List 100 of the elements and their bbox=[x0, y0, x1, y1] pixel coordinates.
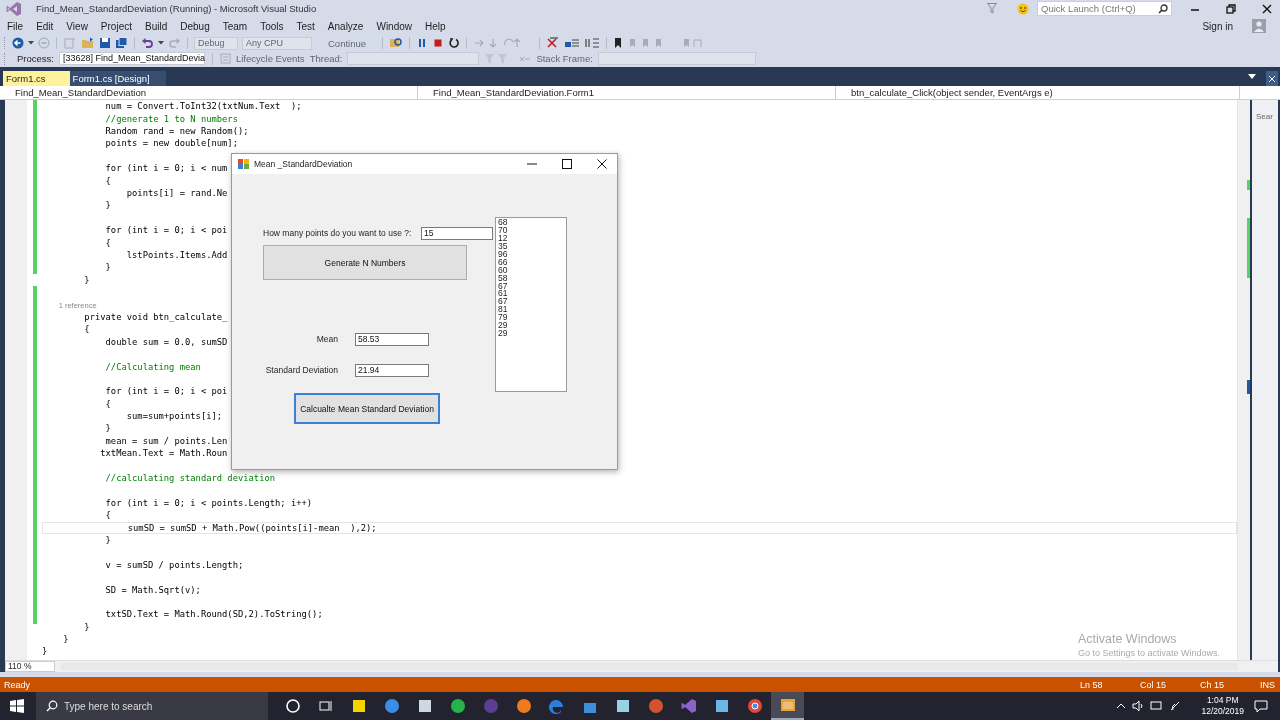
back-icon[interactable] bbox=[12, 37, 24, 50]
code-line: txtSD.Text = Math.Round(SD,2).ToString(); bbox=[104, 609, 323, 620]
process-label: Process: bbox=[17, 53, 54, 65]
list-item[interactable]: 61 bbox=[498, 290, 564, 299]
tab-list-icon[interactable] bbox=[1248, 74, 1256, 81]
document-tab[interactable]: Form1.cs [Design] bbox=[69, 71, 166, 87]
list-item[interactable]: 68 bbox=[498, 219, 564, 228]
list-item[interactable]: 96 bbox=[498, 250, 564, 259]
code-line: v = sumSD / points.Length; bbox=[104, 559, 244, 570]
task-view-icon[interactable] bbox=[317, 698, 334, 714]
stop-icon[interactable] bbox=[432, 37, 445, 50]
thread-icon[interactable] bbox=[564, 37, 581, 50]
code-line: sum=sum+points[i]; bbox=[125, 411, 223, 422]
list-item[interactable]: 58 bbox=[498, 274, 564, 283]
navigation-dropdown[interactable]: Find_Mean_StandardDeviation bbox=[0, 86, 418, 100]
list-item[interactable]: 70 bbox=[498, 227, 564, 236]
clock-time[interactable]: 1:04 PM bbox=[1206, 695, 1239, 706]
list-item[interactable]: 12 bbox=[498, 235, 564, 243]
code-line: } bbox=[104, 262, 111, 273]
list-item[interactable]: 67 bbox=[498, 282, 564, 291]
menu-item[interactable]: Window bbox=[376, 21, 412, 32]
side-panel-tab[interactable]: Sear bbox=[1252, 100, 1278, 122]
code-comment: //Calculating mean bbox=[104, 361, 201, 372]
columns-icon[interactable] bbox=[584, 37, 601, 50]
points-listbox[interactable]: 68 70 12 35 96 66 60 58 67 61 67 81 79 29 29 bbox=[495, 217, 567, 393]
insert-mode-indicator: INS bbox=[1260, 679, 1276, 690]
menu-item[interactable]: Analyze bbox=[327, 21, 364, 32]
circle-icon[interactable] bbox=[284, 698, 301, 714]
menu-item[interactable]: Edit bbox=[36, 21, 54, 32]
code-line: for (int i = 0; i < num bbox=[104, 163, 228, 174]
menu-item[interactable]: Debug bbox=[180, 21, 210, 32]
list-item[interactable]: 67 bbox=[498, 298, 564, 307]
code-line: { bbox=[104, 175, 111, 186]
list-item[interactable]: 29 bbox=[498, 330, 564, 338]
caret-icon[interactable] bbox=[158, 41, 164, 46]
menu-item[interactable]: Tools bbox=[260, 21, 284, 32]
quick-launch-field[interactable]: Quick Launch (Ctrl+Q) bbox=[1037, 1, 1172, 17]
save-all-icon[interactable] bbox=[115, 37, 128, 50]
menu-item[interactable]: Help bbox=[425, 21, 446, 32]
undo-icon[interactable] bbox=[141, 37, 154, 50]
calculate-button[interactable]: Calcualte Mean Standard Deviation bbox=[294, 393, 440, 425]
taskbar-search-field[interactable]: Type here to search bbox=[36, 692, 268, 720]
smiley-icon[interactable] bbox=[1017, 2, 1029, 15]
menu-item[interactable]: File bbox=[7, 21, 24, 32]
code-line: txtMean.Text = Math.Roun bbox=[99, 448, 228, 459]
app-icon[interactable] bbox=[614, 698, 631, 714]
continue-button[interactable]: Continue bbox=[316, 36, 377, 51]
list-item[interactable]: 35 bbox=[498, 243, 564, 251]
column-indicator: Col 15 bbox=[1140, 679, 1167, 690]
search-icon bbox=[1158, 3, 1168, 14]
find-icon[interactable] bbox=[389, 37, 404, 50]
code-line: { bbox=[104, 237, 111, 248]
windows-start-icon[interactable] bbox=[10, 699, 24, 713]
restart-icon[interactable] bbox=[448, 37, 461, 50]
maximize-icon[interactable] bbox=[562, 159, 572, 170]
mean-input[interactable]: 58.53 bbox=[355, 332, 429, 346]
navigation-dropdown[interactable]: btn_calculate_Click(object sender, EventArgs e) bbox=[836, 86, 1240, 100]
list-item[interactable]: 29 bbox=[498, 322, 564, 330]
caret-icon[interactable] bbox=[28, 41, 34, 46]
clock-date[interactable]: 12/20/2019 bbox=[1201, 706, 1244, 717]
menu-item[interactable]: Team bbox=[222, 21, 248, 32]
close-icon[interactable] bbox=[597, 159, 607, 170]
menu-item[interactable]: View bbox=[66, 21, 88, 32]
open-folder-icon[interactable] bbox=[81, 37, 95, 50]
list-item[interactable]: 81 bbox=[498, 306, 564, 315]
list-item[interactable]: 79 bbox=[498, 314, 564, 323]
restore-icon[interactable] bbox=[1226, 3, 1236, 14]
generate-button[interactable]: Generate N Numbers bbox=[263, 245, 467, 281]
char-indicator: Ch 15 bbox=[1200, 679, 1226, 690]
form-app-icon[interactable] bbox=[779, 697, 796, 713]
menu-item[interactable]: Project bbox=[100, 21, 132, 32]
lifecycle-events-dropdown[interactable]: Lifecycle Events bbox=[235, 53, 305, 65]
filter-icon[interactable] bbox=[987, 3, 997, 15]
close-icon[interactable] bbox=[1266, 71, 1278, 87]
standard-deviation-label: Standard Deviation bbox=[264, 365, 338, 376]
code-comment: //calculating standard deviation bbox=[104, 473, 276, 483]
document-tab[interactable]: Form1.cs bbox=[3, 71, 70, 87]
sticky-note-icon[interactable] bbox=[350, 698, 367, 714]
vertical-scrollbar[interactable] bbox=[1237, 100, 1250, 661]
code-line: private void btn_calculate_ bbox=[83, 311, 228, 322]
notification-icon[interactable] bbox=[1254, 699, 1268, 713]
list-item[interactable]: 60 bbox=[498, 266, 564, 275]
process-dropdown[interactable]: [33628] Find_Mean_StandardDevia bbox=[58, 52, 205, 66]
points-input[interactable]: 15 bbox=[421, 226, 493, 240]
activation-title: Activate Windows bbox=[1077, 632, 1178, 647]
list-item[interactable]: 66 bbox=[498, 258, 564, 267]
horizontal-scrollbar[interactable] bbox=[61, 663, 1238, 671]
standard-deviation-input[interactable]: 21.94 bbox=[355, 363, 429, 377]
save-icon[interactable] bbox=[99, 37, 111, 50]
form-icon bbox=[238, 159, 249, 170]
status-text: Ready bbox=[4, 679, 30, 690]
bookmark-icon[interactable] bbox=[613, 37, 624, 50]
code-line: } bbox=[62, 634, 69, 645]
code-line: for (int i = 0; i < poi bbox=[104, 386, 228, 397]
close-icon[interactable] bbox=[1262, 3, 1272, 14]
menu-item[interactable]: Test bbox=[296, 21, 315, 32]
menu-item[interactable]: Build bbox=[145, 21, 168, 32]
zoom-dropdown[interactable]: 110 % bbox=[5, 661, 55, 673]
navigation-dropdown[interactable]: Find_Mean_StandardDeviation.Form1 bbox=[418, 86, 836, 100]
sign-in-link[interactable]: Sign in bbox=[1202, 21, 1233, 32]
